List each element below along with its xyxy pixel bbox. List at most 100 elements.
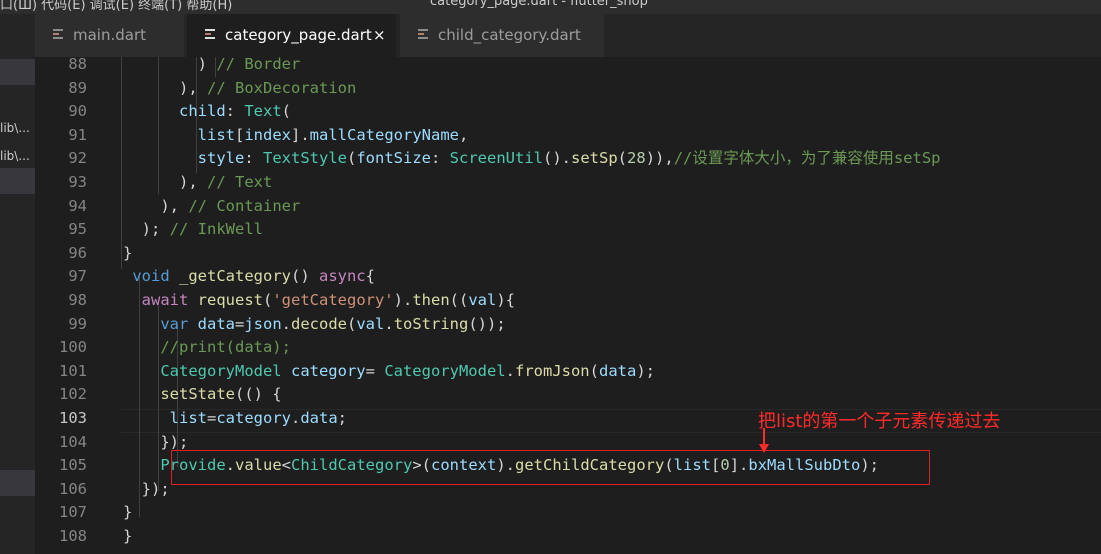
- code-token: _getCategory: [179, 267, 291, 286]
- code-token: ): [123, 55, 217, 73]
- sidebar-item-lib-1[interactable]: lib\...: [0, 118, 35, 138]
- code-token: toString: [393, 314, 469, 333]
- code-token: setSp: [571, 149, 618, 168]
- line-number: 91: [68, 125, 87, 144]
- code-token: category: [290, 361, 366, 380]
- code-line[interactable]: 96}: [35, 242, 1101, 266]
- code-token: list: [123, 409, 207, 427]
- code-token: (() {: [234, 385, 282, 404]
- code-token: // Border: [216, 55, 301, 73]
- code-token: request: [197, 291, 263, 309]
- code-text: var data=json.decode(val.toString());: [123, 313, 506, 337]
- code-token: await: [123, 291, 198, 309]
- code-token: // BoxDecoration: [207, 78, 357, 97]
- code-token: );: [636, 361, 655, 380]
- code-text: ), // BoxDecoration: [123, 77, 356, 101]
- code-token: list: [123, 125, 235, 144]
- code-token: data: [598, 361, 637, 380]
- tab-label: child_category.dart: [438, 26, 581, 44]
- code-token: // Container: [188, 196, 301, 215]
- code-token: });: [123, 479, 170, 498]
- code-token: ).: [393, 291, 413, 309]
- code-line[interactable]: 99 var data=json.decode(val.toString());: [35, 313, 1101, 337]
- code-text: }: [123, 525, 132, 549]
- code-line[interactable]: 89 ), // BoxDecoration: [35, 77, 1101, 101]
- code-text: await request('getCategory').then((val){: [123, 289, 515, 313]
- code-token: Text: [244, 102, 282, 121]
- code-token: category: [216, 409, 291, 427]
- code-token: =: [207, 409, 217, 427]
- code-line[interactable]: 100 //print(data);: [35, 336, 1101, 360]
- code-line[interactable]: 98 await request('getCategory').then((va…: [35, 289, 1101, 313]
- line-number: 93: [68, 173, 87, 191]
- code-token: TextStyle: [263, 149, 347, 168]
- tab-label: category_page.dart: [225, 26, 372, 44]
- sidebar-active-item[interactable]: [0, 470, 35, 496]
- code-token: decode: [291, 314, 347, 333]
- code-token: .: [291, 409, 301, 427]
- line-number: 102: [59, 385, 87, 404]
- code-line[interactable]: 102 setState(() {: [35, 383, 1101, 407]
- code-token: (: [262, 291, 273, 309]
- code-token: .: [384, 314, 394, 333]
- close-icon[interactable]: ×: [373, 14, 386, 57]
- file-icon: [53, 29, 63, 41]
- code-line[interactable]: 92 style: TextStyle(fontSize: ScreenUtil…: [35, 147, 1101, 171]
- code-text: ), // Container: [123, 195, 300, 219]
- line-number: 104: [59, 432, 87, 451]
- code-token: mallCategoryName: [309, 125, 459, 144]
- tab-category-page-dart[interactable]: category_page.dart ×: [187, 14, 397, 57]
- code-token: =: [234, 314, 245, 333]
- code-token: ),: [123, 173, 207, 191]
- menu-items[interactable]: 口(Ш) 代码(E) 调试(E) 终端(T) 帮助(H): [0, 0, 232, 13]
- code-token: data: [300, 409, 338, 427]
- code-token: data: [197, 314, 235, 333]
- code-line[interactable]: 90 child: Text(: [35, 100, 1101, 124]
- tab-main-dart[interactable]: main.dart: [35, 14, 185, 57]
- code-line[interactable]: 108}: [35, 525, 1101, 549]
- arrow-down-icon: [759, 428, 769, 453]
- code-token: )),: [645, 149, 674, 168]
- code-token: val: [468, 291, 497, 309]
- line-number: 101: [59, 361, 87, 380]
- line-number: 94: [68, 196, 87, 215]
- code-token: ),: [123, 196, 189, 215]
- code-line[interactable]: 95 ); // InkWell: [35, 218, 1101, 242]
- line-number: 99: [68, 314, 87, 333]
- tab-bar: main.dart category_page.dart × child_cat…: [35, 14, 1101, 57]
- code-token: 28: [627, 149, 646, 168]
- line-number: 96: [68, 243, 87, 262]
- code-line[interactable]: 107}: [35, 501, 1101, 525]
- line-number: 90: [68, 102, 87, 121]
- line-number: 92: [68, 149, 87, 168]
- code-token: :: [431, 149, 450, 168]
- code-token: // InkWell: [169, 220, 263, 239]
- code-line[interactable]: 101 CategoryModel category= CategoryMode…: [35, 360, 1101, 384]
- code-token: ){: [496, 291, 515, 309]
- code-text: CategoryModel category= CategoryModel.fr…: [123, 360, 655, 384]
- code-line[interactable]: 97 void _getCategory() async{: [35, 265, 1101, 289]
- sidebar-selected-item[interactable]: [0, 168, 35, 194]
- code-token: //设置字体大小，为了兼容使用setSp: [673, 149, 941, 168]
- code-token: then: [412, 291, 450, 309]
- code-token: }: [123, 527, 133, 545]
- sidebar-item-lib-2[interactable]: lib\...: [0, 146, 35, 166]
- code-text: child: Text(: [123, 100, 291, 124]
- line-number: 108: [59, 527, 87, 545]
- code-token: ;: [337, 409, 348, 427]
- code-line[interactable]: 93 ), // Text: [35, 171, 1101, 195]
- line-number: 88: [68, 55, 87, 73]
- annotation-text: 把list的第一个子元素传递过去: [758, 411, 1001, 432]
- code-text: setState(() {: [123, 383, 282, 407]
- line-number: 105: [59, 456, 87, 475]
- code-token: ());: [468, 314, 506, 333]
- code-token: :: [225, 102, 245, 121]
- code-token: }: [123, 243, 133, 262]
- code-line[interactable]: 88 ) // Border: [35, 53, 1101, 77]
- code-token: ((: [449, 291, 469, 309]
- code-line[interactable]: 94 ), // Container: [35, 195, 1101, 219]
- code-line[interactable]: 91 list[index].mallCategoryName,: [35, 124, 1101, 148]
- tab-child-category-dart[interactable]: child_category.dart: [400, 14, 605, 57]
- line-number: 97: [68, 267, 87, 286]
- code-text: void _getCategory() async{: [123, 265, 375, 289]
